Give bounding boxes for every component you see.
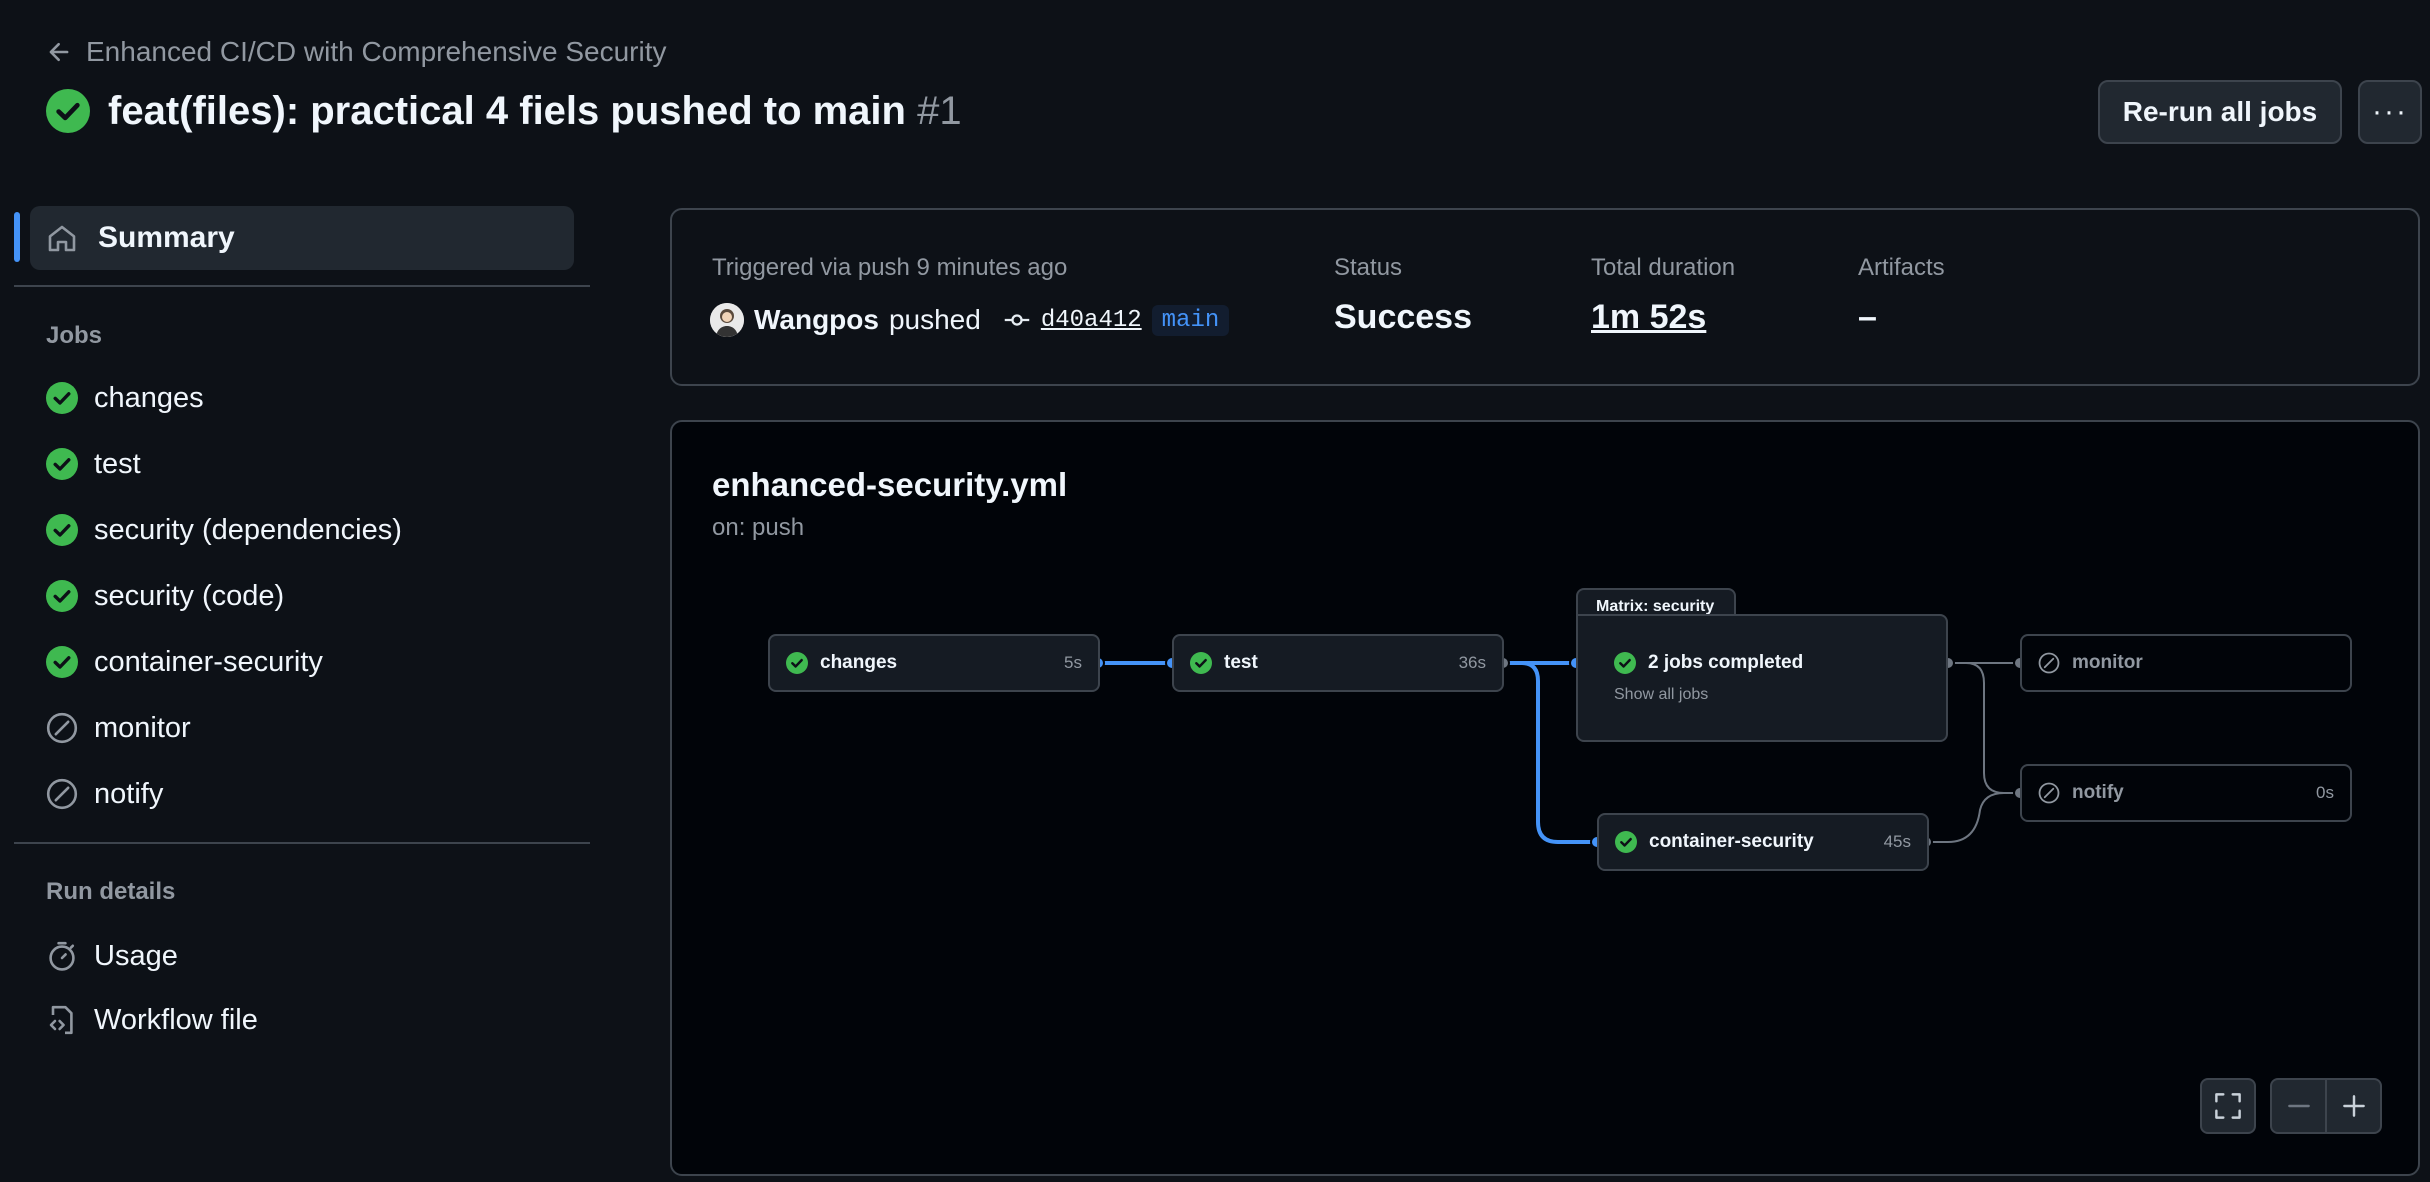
job-graph-connectors <box>1091 656 2027 849</box>
check-circle-fill-icon <box>1615 831 1637 853</box>
job-duration: 36s <box>1458 653 1486 672</box>
edge-container-notify <box>1926 792 2020 843</box>
plus-icon <box>2340 1092 2368 1120</box>
job-duration: 5s <box>1064 653 1082 672</box>
edge-matrix-notify <box>1948 662 2020 794</box>
job-node-monitor[interactable]: monitor <box>2020 634 2352 692</box>
check-circle-fill-icon <box>1614 652 1636 674</box>
zoom-in-button[interactable] <box>2325 1078 2382 1134</box>
job-node-changes[interactable]: changes 5s <box>768 634 1100 692</box>
job-duration: 45s <box>1883 832 1911 851</box>
job-name: monitor <box>2072 652 2143 673</box>
job-name: changes <box>820 652 898 673</box>
matrix-completed-label: 2 jobs completed <box>1648 652 1804 673</box>
job-name: notify <box>2072 782 2124 803</box>
matrix-summary: 2 jobs completed <box>1614 652 1946 674</box>
check-circle-fill-icon <box>1190 652 1212 674</box>
fullscreen-button[interactable] <box>2200 1078 2256 1134</box>
matrix-security-group[interactable]: 2 jobs completed Show all jobs <box>1576 614 1948 742</box>
job-name: test <box>1224 652 1258 673</box>
check-circle-fill-icon <box>786 652 808 674</box>
dash-icon <box>2285 1092 2313 1120</box>
job-node-container-security[interactable]: container-security 45s <box>1597 813 1929 871</box>
show-all-jobs-link[interactable]: Show all jobs <box>1614 686 1946 704</box>
zoom-out-button[interactable] <box>2270 1078 2327 1134</box>
job-node-notify[interactable]: notify 0s <box>2020 764 2352 822</box>
job-node-test[interactable]: test 36s <box>1172 634 1504 692</box>
job-name: container-security <box>1649 831 1814 852</box>
job-duration: 0s <box>2316 783 2334 802</box>
zoom-controls <box>2270 1078 2382 1134</box>
skip-circle-icon <box>2038 652 2060 674</box>
screen-full-icon <box>2213 1091 2243 1121</box>
skip-circle-icon <box>2038 782 2060 804</box>
